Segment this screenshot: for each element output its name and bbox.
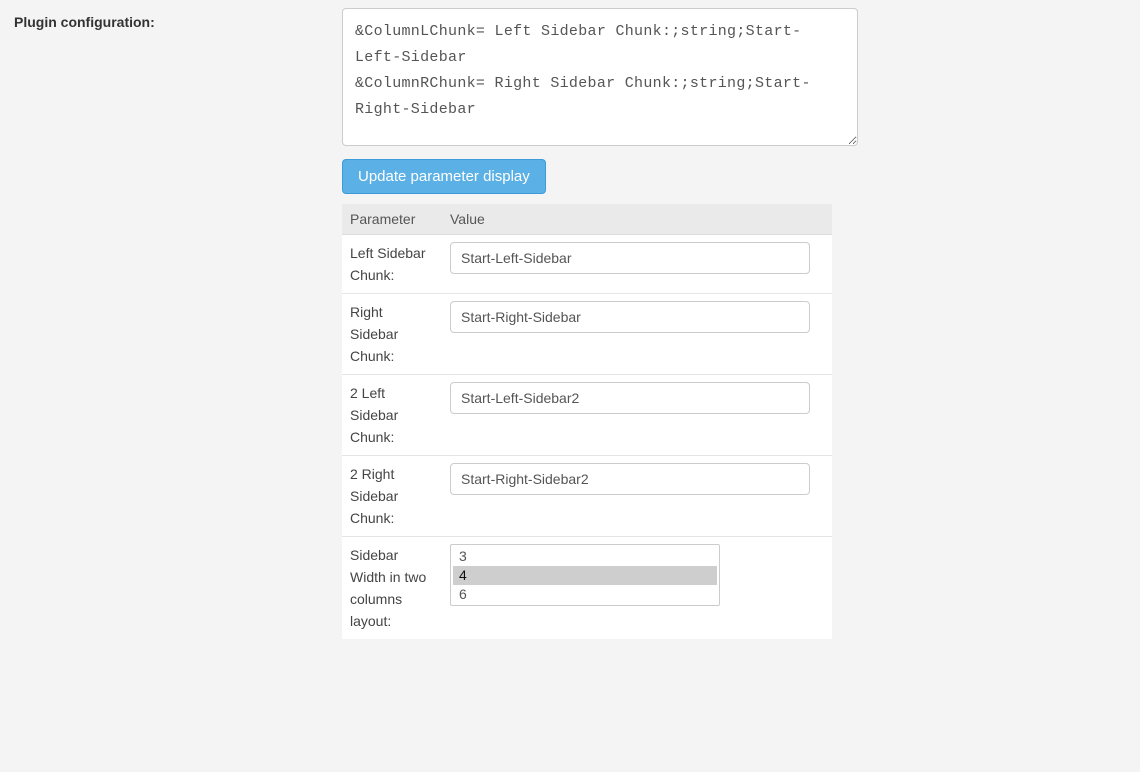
parameters-table: Parameter Value Left Sidebar Chunk: Righ… <box>342 204 832 639</box>
table-row: 2 Left Sidebar Chunk: <box>342 375 832 456</box>
left-sidebar-chunk-2-input[interactable] <box>450 382 810 414</box>
width-option[interactable]: 6 <box>453 585 717 604</box>
width-option[interactable]: 3 <box>453 547 717 566</box>
width-option[interactable]: 4 <box>453 566 717 585</box>
table-row: 2 Right Sidebar Chunk: <box>342 456 832 537</box>
config-label: Plugin configuration: <box>0 0 342 30</box>
param-label: 2 Left Sidebar Chunk: <box>342 375 442 456</box>
table-row: Right Sidebar Chunk: <box>342 294 832 375</box>
col-value: Value <box>442 204 832 235</box>
left-sidebar-chunk-input[interactable] <box>450 242 810 274</box>
param-label: 2 Right Sidebar Chunk: <box>342 456 442 537</box>
param-label: Right Sidebar Chunk: <box>342 294 442 375</box>
right-sidebar-chunk-2-input[interactable] <box>450 463 810 495</box>
right-sidebar-chunk-input[interactable] <box>450 301 810 333</box>
param-label: Sidebar Width in two columns layout: <box>342 537 442 640</box>
col-parameter: Parameter <box>342 204 442 235</box>
update-parameter-display-button[interactable]: Update parameter display <box>342 159 546 194</box>
sidebar-width-select[interactable]: 346 <box>450 544 720 606</box>
table-row: Sidebar Width in two columns layout: 346 <box>342 537 832 640</box>
config-textarea[interactable] <box>342 8 858 146</box>
param-label: Left Sidebar Chunk: <box>342 235 442 294</box>
plugin-config-form: Plugin configuration: Update parameter d… <box>0 0 1140 639</box>
config-content: Update parameter display Parameter Value… <box>342 0 858 639</box>
table-row: Left Sidebar Chunk: <box>342 235 832 294</box>
